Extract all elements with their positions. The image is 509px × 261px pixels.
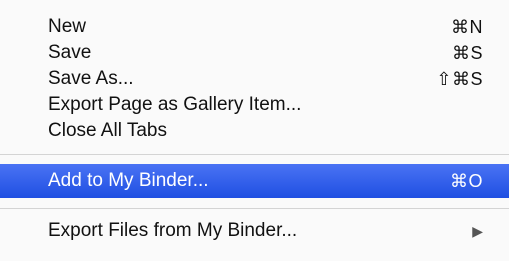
menu-item-export-files-binder[interactable]: Export Files from My Binder... ▶ (0, 218, 509, 244)
menu-item-save[interactable]: Save ⌘S (0, 40, 509, 66)
menu-item-add-to-binder-shortcut: ⌘O (449, 171, 483, 191)
menu-item-new[interactable]: New ⌘N (0, 14, 509, 40)
menu-item-export-page-gallery[interactable]: Export Page as Gallery Item... (0, 92, 509, 118)
menu-item-new-label: New (48, 16, 87, 37)
submenu-arrow-icon: ▶ (472, 223, 483, 239)
menu-item-new-shortcut: ⌘N (451, 17, 483, 37)
menu-item-add-to-binder[interactable]: Add to My Binder... ⌘O (0, 164, 509, 198)
menu-item-save-shortcut: ⌘S (451, 43, 483, 63)
menu-item-export-page-gallery-label: Export Page as Gallery Item... (48, 94, 302, 115)
menu-item-save-as-label: Save As... (48, 68, 134, 89)
menu-item-export-files-binder-label: Export Files from My Binder... (48, 220, 298, 241)
menu-separator (0, 208, 509, 209)
file-menu: New ⌘N Save ⌘S Save As... ⇧⌘S Export Pag… (0, 0, 509, 261)
menu-separator (0, 154, 509, 155)
menu-item-save-label: Save (48, 42, 92, 63)
menu-item-close-all-tabs-label: Close All Tabs (48, 120, 167, 141)
menu-item-add-to-binder-label: Add to My Binder... (48, 170, 209, 191)
menu-item-save-as[interactable]: Save As... ⇧⌘S (0, 66, 509, 92)
menu-item-save-as-shortcut: ⇧⌘S (436, 69, 483, 89)
menu-item-close-all-tabs[interactable]: Close All Tabs (0, 118, 509, 144)
